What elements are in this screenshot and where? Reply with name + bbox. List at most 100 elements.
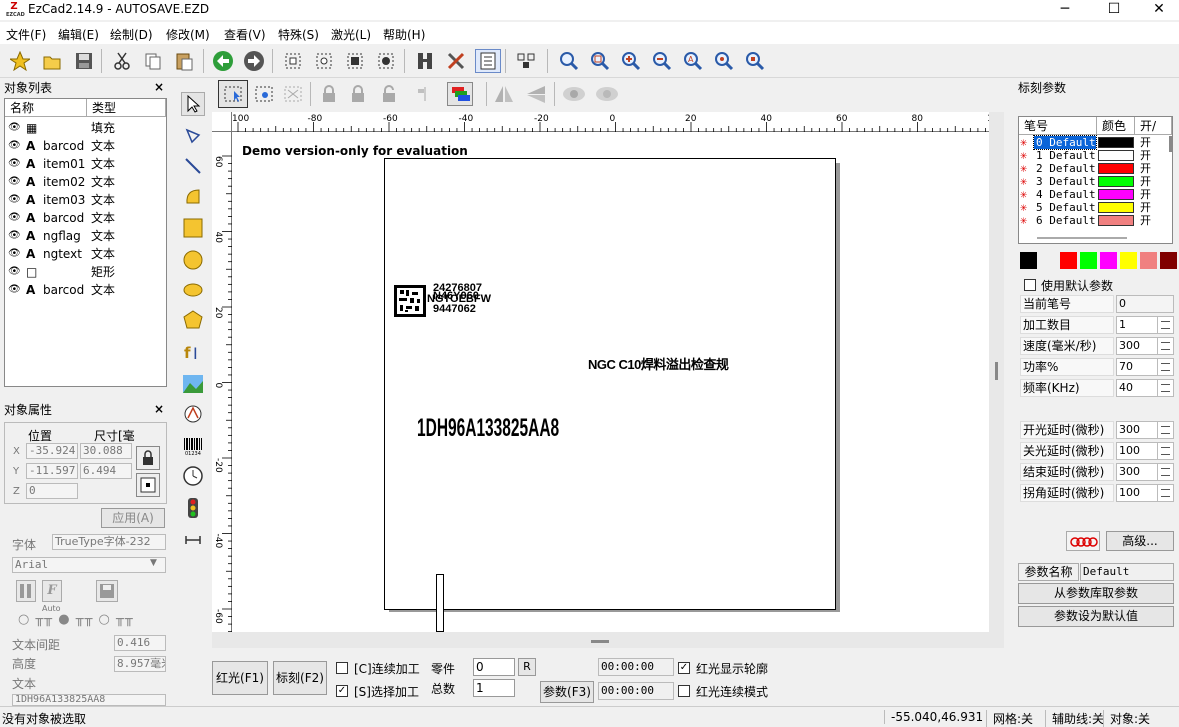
wobble-settings-icon[interactable] [1066, 531, 1100, 551]
pen-onoff[interactable]: 开 [1140, 136, 1151, 149]
pen-color-swatch[interactable] [1098, 215, 1134, 226]
menu-modify[interactable]: 修改(M) [166, 26, 210, 43]
list-view-icon[interactable] [475, 49, 501, 73]
palette-swatch[interactable] [1100, 252, 1117, 269]
column-header-color[interactable]: 颜色 [1097, 117, 1135, 135]
pen-onoff[interactable]: 开 [1140, 162, 1151, 175]
visibility-eye-icon[interactable]: 👁 [8, 281, 21, 299]
visibility-eye-icon[interactable]: 👁 [8, 263, 21, 281]
alignment-options[interactable]: ○ ╥╥ ● ╥╥ ○ ╥╥ [18, 612, 134, 627]
cut-icon[interactable] [109, 49, 135, 73]
x-size-field[interactable]: 30.088 [80, 443, 132, 459]
minimize-button[interactable]: ─ [1042, 0, 1088, 20]
spin-buttons-icon[interactable] [1157, 317, 1173, 333]
column-header-pen[interactable]: 笔号 [1019, 117, 1097, 135]
zoom-in-window-icon[interactable] [587, 49, 613, 73]
break-icon[interactable] [373, 49, 399, 73]
new-file-icon[interactable] [7, 49, 33, 73]
lock-object-icon[interactable] [316, 82, 342, 106]
show-all-icon[interactable] [561, 82, 587, 106]
drawing-canvas[interactable]: Demo version-only for evaluation 2427680… [232, 132, 989, 632]
object-row[interactable]: 👁 Aitem01 文本 [5, 155, 166, 173]
select-node-mode-icon[interactable] [251, 82, 277, 106]
zoom-out-icon[interactable] [649, 49, 675, 73]
delay-tool-icon[interactable] [181, 464, 205, 488]
pen-color-swatch[interactable] [1098, 150, 1134, 161]
pen-row[interactable]: ✳ 2 Default 开 [1020, 162, 1170, 176]
pen-onoff[interactable]: 开 [1140, 188, 1151, 201]
palette-swatch[interactable] [1120, 252, 1137, 269]
combine-icon[interactable] [342, 49, 368, 73]
palette-swatch[interactable] [1140, 252, 1157, 269]
menu-view[interactable]: 查看(V) [224, 26, 266, 43]
continuous-checkbox[interactable] [336, 662, 348, 674]
menu-draw[interactable]: 绘制(D) [110, 26, 153, 43]
object-row[interactable]: 👁 Aitem03 文本 [5, 191, 166, 209]
zoom-selected-icon[interactable] [742, 49, 768, 73]
ungroup-icon[interactable] [311, 49, 337, 73]
red-light-button[interactable]: 红光(F1) [212, 661, 268, 695]
group-icon[interactable] [280, 49, 306, 73]
pen-color-swatch[interactable] [1098, 189, 1134, 200]
mirror-horizontal-icon[interactable] [491, 82, 517, 106]
spin-buttons-icon[interactable] [1157, 359, 1173, 375]
barcode-tool-icon[interactable]: 01234 [181, 434, 205, 458]
vector-file-tool-icon[interactable] [181, 402, 205, 426]
visibility-eye-icon[interactable]: 👁 [8, 173, 21, 191]
status-grid[interactable]: 网格:关 [986, 710, 1033, 727]
parts-field[interactable]: 0 [473, 658, 515, 676]
spin-buttons-icon[interactable] [1157, 338, 1173, 354]
spin-buttons-icon[interactable] [1157, 443, 1173, 459]
z-position-field[interactable]: 0 [26, 483, 78, 499]
y-position-field[interactable]: -11.597 [26, 463, 78, 479]
object-row[interactable]: 👁 Abarcod 文本 [5, 281, 166, 299]
lock-icon[interactable] [136, 446, 160, 470]
unlock-object-icon[interactable] [345, 82, 371, 106]
zoom-all-icon[interactable]: A [680, 49, 706, 73]
palette-swatch[interactable] [1160, 252, 1177, 269]
pen-color-swatch[interactable] [1098, 137, 1134, 148]
selected-checkbox[interactable]: ✓ [336, 685, 348, 697]
horizontal-splitter[interactable] [591, 640, 609, 643]
polygon-tool-icon[interactable] [181, 308, 205, 332]
menu-special[interactable]: 特殊(S) [278, 26, 319, 43]
cross-select-icon[interactable] [280, 82, 306, 106]
circle-tool-icon[interactable] [181, 248, 205, 272]
param-value-field[interactable]: 1 [1116, 316, 1174, 334]
pen-onoff[interactable]: 开 [1140, 175, 1151, 188]
zoom-fit-icon[interactable] [711, 49, 737, 73]
param-value-field[interactable]: 300 [1116, 337, 1174, 355]
object-row[interactable]: 👁 □ 矩形 [5, 263, 166, 281]
unlock-all-icon[interactable] [376, 82, 402, 106]
spin-buttons-icon[interactable] [1157, 380, 1173, 396]
param-value-field[interactable]: 70 [1116, 358, 1174, 376]
spacing-field[interactable]: 0.416 [114, 635, 166, 651]
text-save-icon[interactable] [96, 580, 118, 602]
font-type-select[interactable]: TrueType字体-232 [52, 534, 166, 550]
param-value-field[interactable]: 300 [1116, 421, 1174, 439]
node-edit-icon[interactable] [513, 49, 539, 73]
pen-row[interactable]: ✳ 4 Default 开 [1020, 188, 1170, 202]
apply-button[interactable]: 应用(A) [101, 508, 165, 528]
node-tool-icon[interactable] [181, 124, 205, 148]
load-from-library-button[interactable]: 从参数库取参数 [1018, 583, 1174, 604]
copy-icon[interactable] [140, 49, 166, 73]
pen-row[interactable]: ✳ 3 Default 开 [1020, 175, 1170, 189]
barcode-toggle-icon[interactable] [16, 580, 36, 602]
param-value-field[interactable]: 100 [1116, 484, 1174, 502]
color-layers-icon[interactable] [447, 82, 473, 106]
rectangle-tool-icon[interactable] [181, 216, 205, 240]
spin-buttons-icon[interactable] [1157, 464, 1173, 480]
pen-color-swatch[interactable] [1098, 176, 1134, 187]
ellipse-tool-icon[interactable] [181, 278, 205, 302]
zoom-icon[interactable] [556, 49, 582, 73]
image-tool-icon[interactable] [181, 372, 205, 396]
pen-color-swatch[interactable] [1098, 163, 1134, 174]
menu-help[interactable]: 帮助(H) [383, 26, 425, 43]
tools-icon[interactable] [443, 49, 469, 73]
font-style-icon[interactable]: F [42, 580, 62, 602]
pen-row[interactable]: ✳ 6 Default 开 [1020, 214, 1170, 228]
pen-onoff[interactable]: 开 [1140, 201, 1151, 214]
x-position-field[interactable]: -35.924 [26, 443, 78, 459]
use-default-checkbox[interactable] [1024, 279, 1036, 291]
